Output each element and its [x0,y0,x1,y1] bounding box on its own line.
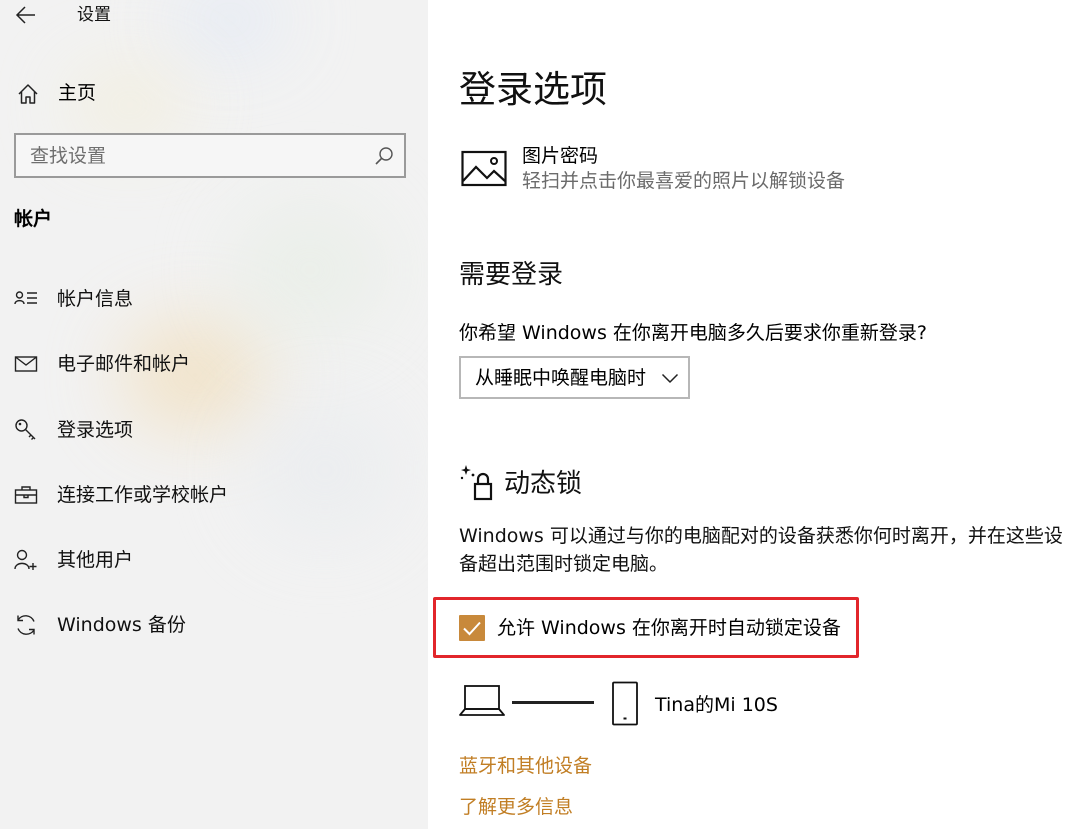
app-title: 设置 [77,5,111,25]
background-blur [175,0,285,50]
dropdown-selected-value: 从睡眠中唤醒电脑时 [475,367,647,389]
dynamic-lock-icon [459,464,495,502]
require-signin-question: 你希望 Windows 在你离开电脑多久后要求你重新登录? [459,322,927,344]
sidebar-item-home[interactable]: 主页 [0,74,428,114]
home-icon [17,83,39,105]
main-content: 登录选项 图片密码 轻扫并点击你最喜爱的照片以解锁设备 需要登录 你希望 Win… [428,0,1080,829]
search-icon[interactable] [374,146,394,166]
sidebar-item-label: 其他用户 [57,549,134,571]
sidebar: 设置 主页 帐户 帐户信息 电子邮件和帐户 登录选项 连接工作 [0,0,428,829]
bluetooth-devices-link[interactable]: 蓝牙和其他设备 [459,753,592,780]
sidebar-item-label: 帐户信息 [57,288,134,310]
picture-password-description: 轻扫并点击你最喜爱的照片以解锁设备 [522,170,846,192]
sidebar-item-work-school[interactable]: 连接工作或学校帐户 [0,470,428,520]
section-heading: 帐户 [14,208,53,230]
briefcase-icon [14,483,38,507]
sidebar-item-other-users[interactable]: 其他用户 [0,535,428,585]
sidebar-item-label: 电子邮件和帐户 [57,353,191,375]
sidebar-item-label: 连接工作或学校帐户 [57,484,229,506]
account-info-icon [14,287,38,311]
sync-icon [14,613,38,637]
require-signin-heading: 需要登录 [459,260,564,290]
dynamic-lock-heading: 动态锁 [504,469,583,499]
search-input[interactable] [16,135,366,176]
sidebar-item-windows-backup[interactable]: Windows 备份 [0,600,428,650]
chevron-down-icon [661,371,679,385]
phone-icon [611,681,639,726]
search-box[interactable] [14,133,406,178]
back-arrow-icon[interactable] [14,4,38,26]
learn-more-link[interactable]: 了解更多信息 [459,794,573,821]
allow-dynamic-lock-option[interactable]: 允许 Windows 在你离开时自动锁定设备 [459,612,859,644]
paired-device-name: Tina的Mi 10S [655,694,778,716]
picture-password-title: 图片密码 [522,145,599,167]
add-user-icon [14,548,38,572]
allow-dynamic-lock-checkbox[interactable] [459,615,485,641]
allow-dynamic-lock-label: 允许 Windows 在你离开时自动锁定设备 [497,617,841,639]
sidebar-item-label: 主页 [58,82,97,104]
sidebar-item-email[interactable]: 电子邮件和帐户 [0,339,428,389]
sidebar-item-signin-options[interactable]: 登录选项 [0,405,428,455]
sidebar-item-label: 登录选项 [57,419,134,441]
key-icon [14,418,38,442]
page-title: 登录选项 [459,68,607,111]
sidebar-item-label: Windows 备份 [57,614,186,636]
mail-icon [14,352,38,376]
dynamic-lock-description: Windows 可以通过与你的电脑配对的设备获悉你何时离开，并在这些设备超出范围… [459,525,1063,575]
require-signin-dropdown[interactable]: 从睡眠中唤醒电脑时 [459,356,690,399]
picture-password-option[interactable]: 图片密码 轻扫并点击你最喜爱的照片以解锁设备 [459,140,879,200]
picture-icon [461,150,507,188]
checkmark-icon [463,621,481,636]
pairing-connector-line [512,701,594,704]
sidebar-item-account-info[interactable]: 帐户信息 [0,274,428,324]
laptop-icon [459,684,505,718]
